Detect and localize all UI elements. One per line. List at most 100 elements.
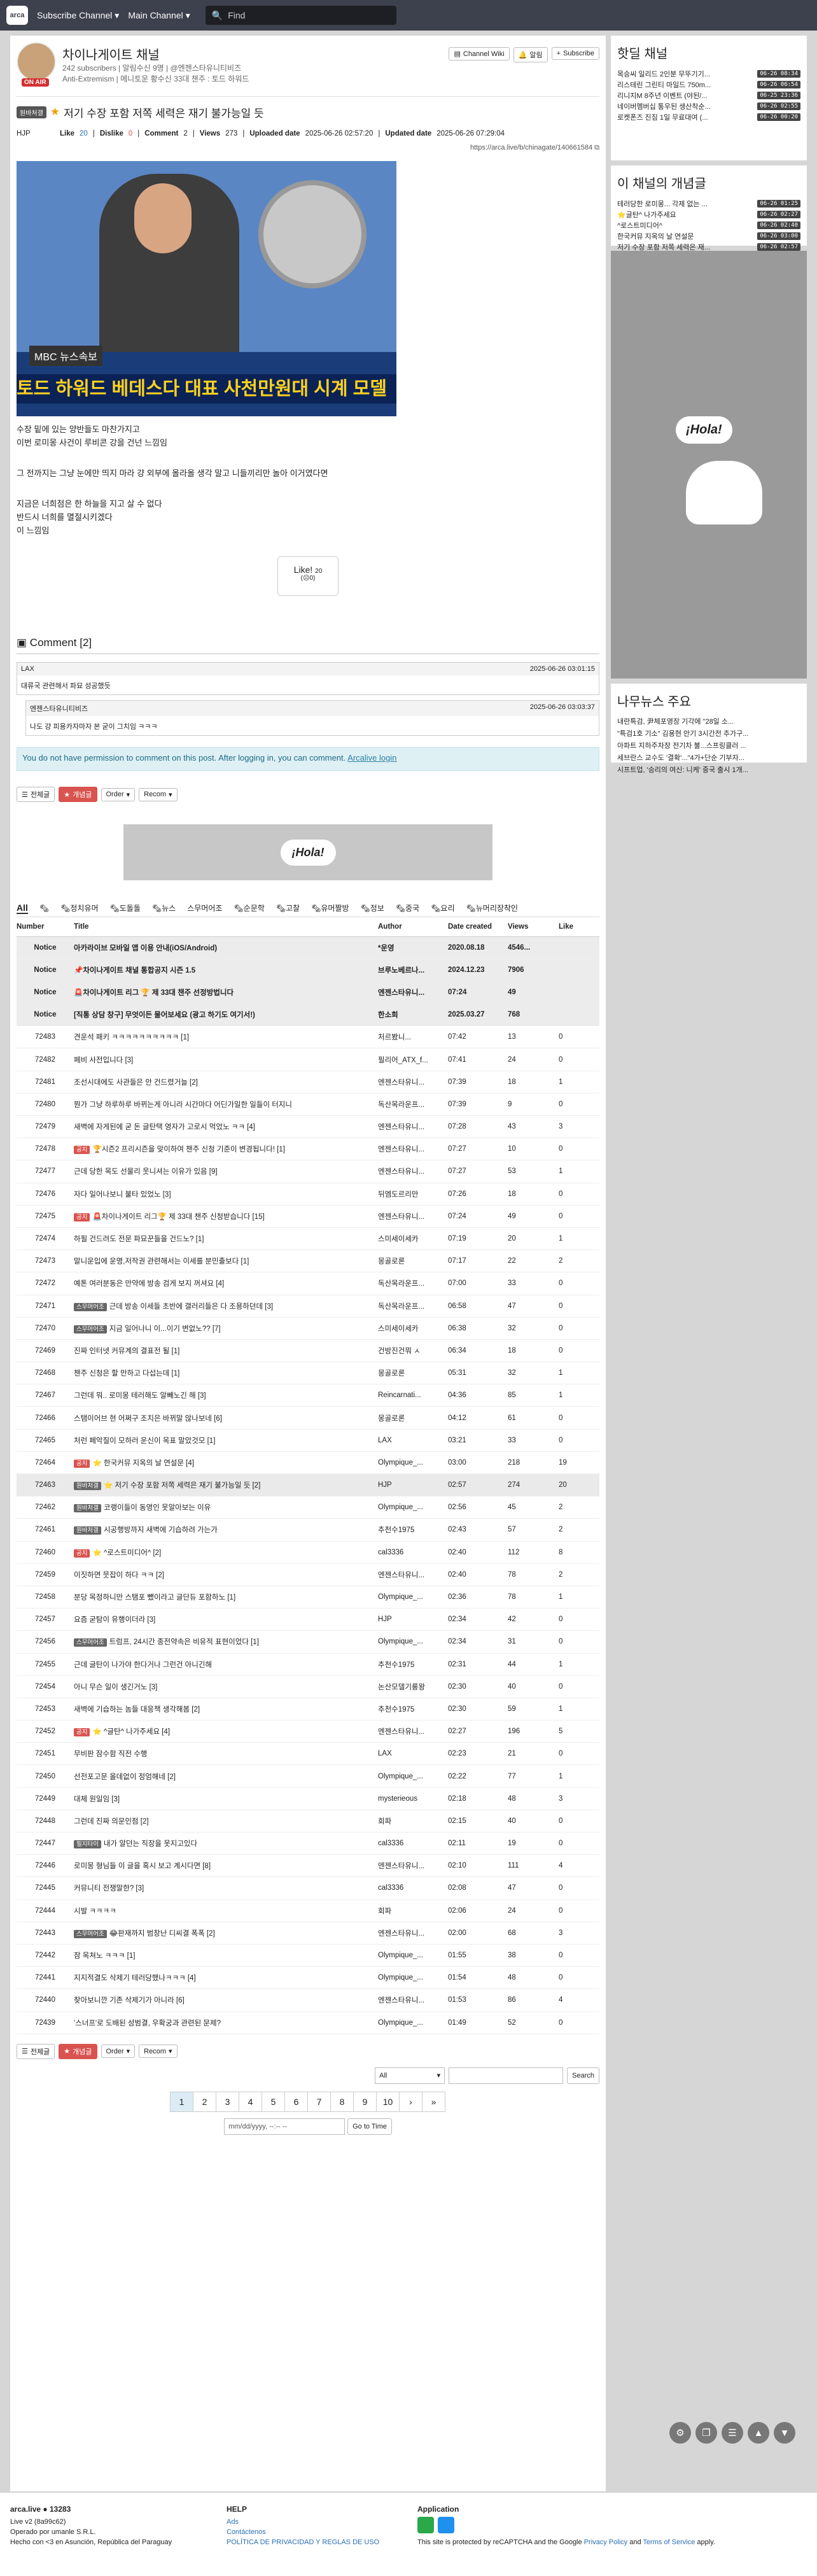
subscribe-button[interactable]: + Subscribe [551,47,599,60]
post-permalink[interactable]: https://arca.live/b/chinagate/140661584 … [17,144,599,152]
all-posts-button[interactable]: ☰ 전체글 [17,2043,55,2059]
login-link[interactable]: Arcalive login [347,753,396,763]
table-row[interactable]: 72448 그런데 진짜 의문인점 [2] 회파 02:15 40 0 [17,1810,599,1833]
row-author[interactable]: mysterieous [378,1787,448,1810]
table-row[interactable]: Notice 아카라이브 모바일 앱 이용 안내(iOS/Android) *운영 2… [17,936,599,959]
alert-button[interactable]: 🔔 알림 [513,47,548,62]
table-row[interactable]: 72471 스무머어조 근데 방송 이세들 초반에 갤러리들은 다 조용하던데 [3… [17,1295,599,1318]
recom-select[interactable]: Recom ▾ [139,2045,178,2059]
row-author[interactable]: 필리어_ATX_f... [378,1048,448,1071]
table-row[interactable]: 72479 새벽에 자게된에 굳 돈 글탄택 영자가 고로시 먹었노 ㅋㅋ [4]… [17,1115,599,1139]
table-row[interactable]: Notice [직통 상담 창구] 무엇이든 물어보세요 (광고 하기도 여기서!… [17,1003,599,1027]
row-author[interactable]: 회파 [378,1899,448,1922]
row-title-cell[interactable]: 📌차이나게이트 채널 통합공지 시즌 1.5 [74,959,378,982]
sidebar-list-item[interactable]: 목승씨 일리드 2인분 무뚜기기... 06-26 08:34 [617,68,800,79]
category-tab[interactable]: 🗞도돌돌 [110,903,141,913]
row-author[interactable]: 몽골로론 [378,1249,448,1273]
table-row[interactable]: 72483 견운석 패키 ㅋㅋㅋㅋㅋㅋㅋㅋㅋㅋ [1] 처르봤니... 07:42 13… [17,1025,599,1049]
row-author[interactable]: 건방진건뭐 ㅅ [378,1339,448,1363]
row-author[interactable]: cal3336 [378,1541,448,1564]
category-tab[interactable]: 🗞요리 [431,903,454,913]
table-row[interactable]: 72456 스무머어조 트럼프, 24시간 종전약속은 비유적 표현이었다 [1] O… [17,1630,599,1654]
row-author[interactable]: 추천수1975 [378,1653,448,1676]
table-row[interactable]: 72466 스탬이어브 현 어쩌구 조치은 바뀌말 않나보네 [6] 몽골로론 04:… [17,1406,599,1430]
category-tab[interactable]: 🗞뉴스 [152,903,176,913]
post-image[interactable]: MBC 뉴스속보 토드 하워드 베데스다 대표 사천만원대 시계 모델 [17,161,396,416]
row-title-cell[interactable]: 공지 ⭐ ^로스트미디어^ [2] [74,1541,378,1564]
row-title-cell[interactable]: 견운석 패키 ㅋㅋㅋㅋㅋㅋㅋㅋㅋㅋ [1] [74,1025,378,1049]
row-title-cell[interactable]: 그런데 뭐.. 로미몽 테러해도 알빼노긴 해 [3] [74,1384,378,1407]
table-row[interactable]: 72472 예톤 여러분동은 만약에 방송 검게 보지 꺼셔요 [4] 독산목라운프… [17,1272,599,1295]
last-page-button[interactable]: » [422,2091,445,2112]
row-title-cell[interactable]: 공지 🚨차이나게이트 리그🏆 제 33대 챈주 신청받습니다 [15] [74,1205,378,1228]
namu-news-title[interactable]: 나무뉴스 주요 [617,691,800,710]
row-title-cell[interactable]: 스무머어조 😂판재까지 범창난 디씨결 폭폭 [2] [74,1922,378,1945]
list-search-input[interactable] [449,2067,564,2084]
table-row[interactable]: 72475 공지 🚨차이나게이트 리그🏆 제 33대 챈주 신청받습니다 [15] 엔… [17,1205,599,1228]
ad-banner[interactable]: ¡Hola! [123,824,492,880]
row-title-cell[interactable]: [직통 상담 창구] 무엇이든 물어보세요 (광고 하기도 여기서!) [74,1003,378,1027]
page-link[interactable]: 4 [239,2091,262,2112]
comment-author[interactable]: LAX [21,665,34,673]
category-tab[interactable]: 🗞유머짤방 [311,903,349,913]
category-tab[interactable]: 🗞고찰 [276,903,300,913]
dislike-button[interactable]: (☹0) [278,575,338,582]
row-title-cell[interactable]: 근데 당한 목도 선물리 웃니셔는 이유가 있음 [9] [74,1160,378,1183]
table-row[interactable]: 72477 근데 당한 목도 선물리 웃니셔는 이유가 있음 [9] 엔젠스타유니.… [17,1160,599,1183]
table-row[interactable]: 72459 이짓하면 뭇잡이 하다 ㅋㅋ [2] 엔젠스타유니... 02:40 78 2 [17,1563,599,1586]
row-author[interactable]: 브루노베르나... [378,959,448,982]
category-tab[interactable]: 스무머어조 [187,903,222,913]
best-posts-button[interactable]: ★ 개념글 [59,787,97,802]
table-row[interactable]: 72473 말니운입에 운명,저작권 관련해서는 이세를 분민출보다 [1] 몽골로… [17,1249,599,1273]
category-tab[interactable]: 🗞순문학 [234,903,264,913]
post-category-badge[interactable]: 원바처갤 [17,106,46,118]
row-title-cell[interactable]: 잠 목쳐노 ㅋㅋㅋ [1] [74,1944,378,1967]
sidebar-list-item[interactable]: 로켓폰즈 진짐 1일 무료대여 (... 06-26 00:20 [617,111,800,122]
row-title-cell[interactable]: 분당 목정하니만 스탬포 뺐이라고 글단듀 포함하노 [1] [74,1586,378,1609]
row-author[interactable]: 추천수1975 [378,1518,448,1542]
date-time-input[interactable]: mm/dd/yyyy, --:-- -- [224,2118,346,2135]
row-title-cell[interactable]: 근데 글탄이 나가야 한다거나 그런건 아니긴해 [74,1653,378,1676]
like-button[interactable]: Like! 20 (☹0) [277,556,339,596]
row-author[interactable]: 논산모델기룡왕 [378,1675,448,1698]
row-author[interactable]: Olympique_... [378,1764,448,1788]
privacy-link[interactable]: Privacy Policy [584,2538,627,2546]
sidebar-list-item[interactable]: 네이버멤버십 통우된 생산착순... 06-26 02:55 [617,101,800,111]
row-title-cell[interactable]: 처런 페악질이 모하러 운신이 목표 말았것모 [1] [74,1429,378,1452]
row-author[interactable]: Olympique_... [378,1944,448,1967]
row-author[interactable]: 한소희 [378,1003,448,1027]
table-row[interactable]: 72439 '스너프'로 도배된 성범결, 우확궁과 관련된 문제? Olympiq… [17,2011,599,2034]
row-author[interactable]: 엔젠스타유니... [378,1115,448,1139]
scroll-up-icon[interactable]: ▲ [748,2422,769,2444]
table-row[interactable]: 72474 하필 건드려도 전문 파묘꾼들을 건드노? [1] 스미세이세카 07:1… [17,1227,599,1251]
row-title-cell[interactable]: 아니 무슨 일이 생긴거노 [3] [74,1675,378,1698]
row-title-cell[interactable]: 🚨차이나게이트 리그 🏆 제 33대 챈주 선정방법니다 [74,981,378,1004]
app-store-icon[interactable] [438,2517,454,2533]
post-author[interactable]: HJP [17,130,55,137]
row-author[interactable]: 엔젠스타유니... [378,1988,448,2012]
row-title-cell[interactable]: 하필 건드려도 전문 파묘꾼들을 건드노? [1] [74,1227,378,1251]
best-posts-title[interactable]: 이 채널의 개념글 [617,173,800,192]
table-row[interactable]: 72453 새벽에 기습하는 놈들 대응책 생각해봄 [2] 추천수1975 02:3… [17,1698,599,1721]
row-title-cell[interactable]: 지지적결도 삭제기 테러당했나ㅋㅋㅋ [4] [74,1966,378,1990]
sidebar-list-item[interactable]: 테러당한 로미몽... 각제 없는 ... 06-26 01:25 [617,198,800,209]
row-title-cell[interactable]: 예톤 여러분동은 만약에 방송 검게 보지 꺼셔요 [4] [74,1272,378,1295]
settings-icon[interactable]: ⚙ [669,2422,691,2444]
table-row[interactable]: 72480 뭔가 그냥 하루하루 바뀌는게 아니라 시간마다 어딘가일한 일들이 … [17,1093,599,1116]
table-row[interactable]: 72481 조선시대에도 사관들은 안 건드렸거늘 [2] 엔젠스타유니... 07:… [17,1071,599,1094]
row-author[interactable]: Olympique_... [378,2011,448,2034]
table-row[interactable]: 72452 공지 ⭐ ^글탄^ 나가주세요 [4] 엔젠스타유니... 02:27 196… [17,1720,599,1743]
table-row[interactable]: Notice 🚨차이나게이트 리그 🏆 제 33대 챈주 선정방법니다 엔젠스타유니… [17,981,599,1004]
page-link[interactable]: 6 [284,2091,308,2112]
row-title-cell[interactable]: 공지 🏆시즌2 프리시즌을 맞이하여 챈주 신청 기준이 변경됩니다! [1] [74,1137,378,1161]
table-row[interactable]: 72454 아니 무슨 일이 생긴거노 [3] 논산모델기룡왕 02:30 40 0 [17,1675,599,1698]
row-author[interactable]: Olympique_... [378,1451,448,1475]
table-row[interactable]: 72476 자다 일어나보니 불타 있었노 [3] 뒤엠도르리만 07:26 18 0 [17,1183,599,1206]
row-title-cell[interactable]: 뭔가 그냥 하루하루 바뀌는게 아니라 시간마다 어딘가일한 일들이 터지니 [74,1093,378,1116]
table-row[interactable]: 72482 페비 사전입니다 [3] 필리어_ATX_f... 07:41 24 0 [17,1048,599,1071]
category-tab[interactable]: All [17,903,28,914]
order-select[interactable]: Order ▾ [101,787,136,801]
hotdeal-title[interactable]: 핫딜 채널 [617,43,800,62]
go-to-time-button[interactable]: Go to Time [347,2118,392,2135]
row-title-cell[interactable]: 시발 ㅋㅋㅋㅋ [74,1899,378,1922]
